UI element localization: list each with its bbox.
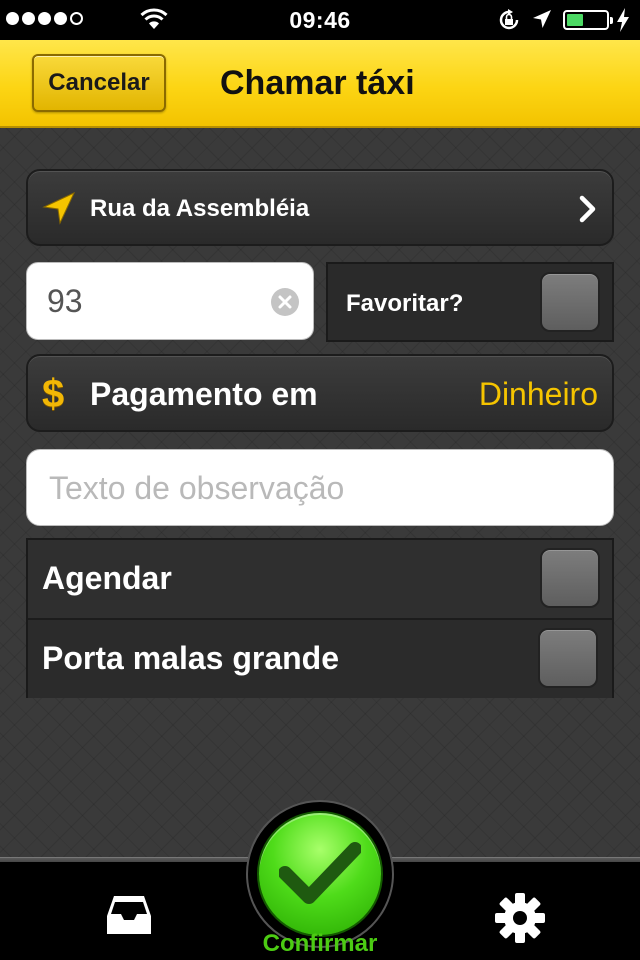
address-label: Rua da Assembléia (90, 195, 310, 222)
dollar-icon: $ (42, 372, 65, 416)
address-row[interactable]: Rua da Assembléia (26, 169, 614, 246)
payment-row[interactable]: $ Pagamento em Dinheiro (26, 354, 614, 432)
confirm-button[interactable] (259, 813, 381, 935)
status-bar: 09:46 (0, 0, 640, 40)
favorite-label: Favoritar? (346, 290, 464, 317)
observation-input[interactable]: Texto de observação (26, 449, 614, 526)
rotation-lock-icon (499, 9, 519, 30)
payment-label: Pagamento em (90, 376, 318, 412)
schedule-checkbox[interactable] (540, 548, 600, 608)
option-large-trunk-row: Porta malas grande (28, 620, 612, 698)
options-list: Agendar Porta malas grande (26, 538, 614, 698)
confirm-label: Confirmar (262, 930, 378, 957)
favorite-toggle-row: Favoritar? (326, 262, 614, 342)
large-trunk-checkbox[interactable] (538, 628, 598, 688)
observation-placeholder: Texto de observação (49, 470, 345, 506)
page-title: Chamar táxi (220, 64, 415, 102)
confirm-check-icon (279, 842, 361, 904)
clear-input-icon[interactable] (271, 288, 299, 316)
address-number-input[interactable]: 93 (26, 262, 314, 340)
cancel-button[interactable]: Cancelar (32, 54, 166, 112)
location-arrow-icon (533, 10, 551, 28)
address-number-value: 93 (47, 283, 83, 319)
option-large-trunk-label: Porta malas grande (42, 640, 339, 676)
navigation-header: Cancelar Chamar táxi (0, 40, 640, 128)
payment-method-value: Dinheiro (478, 376, 598, 412)
option-schedule-row: Agendar (28, 540, 612, 620)
battery-icon (563, 10, 613, 30)
navigation-arrow-icon (42, 191, 76, 225)
favorite-checkbox[interactable] (540, 272, 600, 332)
option-schedule-label: Agendar (42, 560, 172, 596)
charging-bolt-icon (617, 8, 629, 32)
chevron-right-icon (579, 195, 596, 223)
